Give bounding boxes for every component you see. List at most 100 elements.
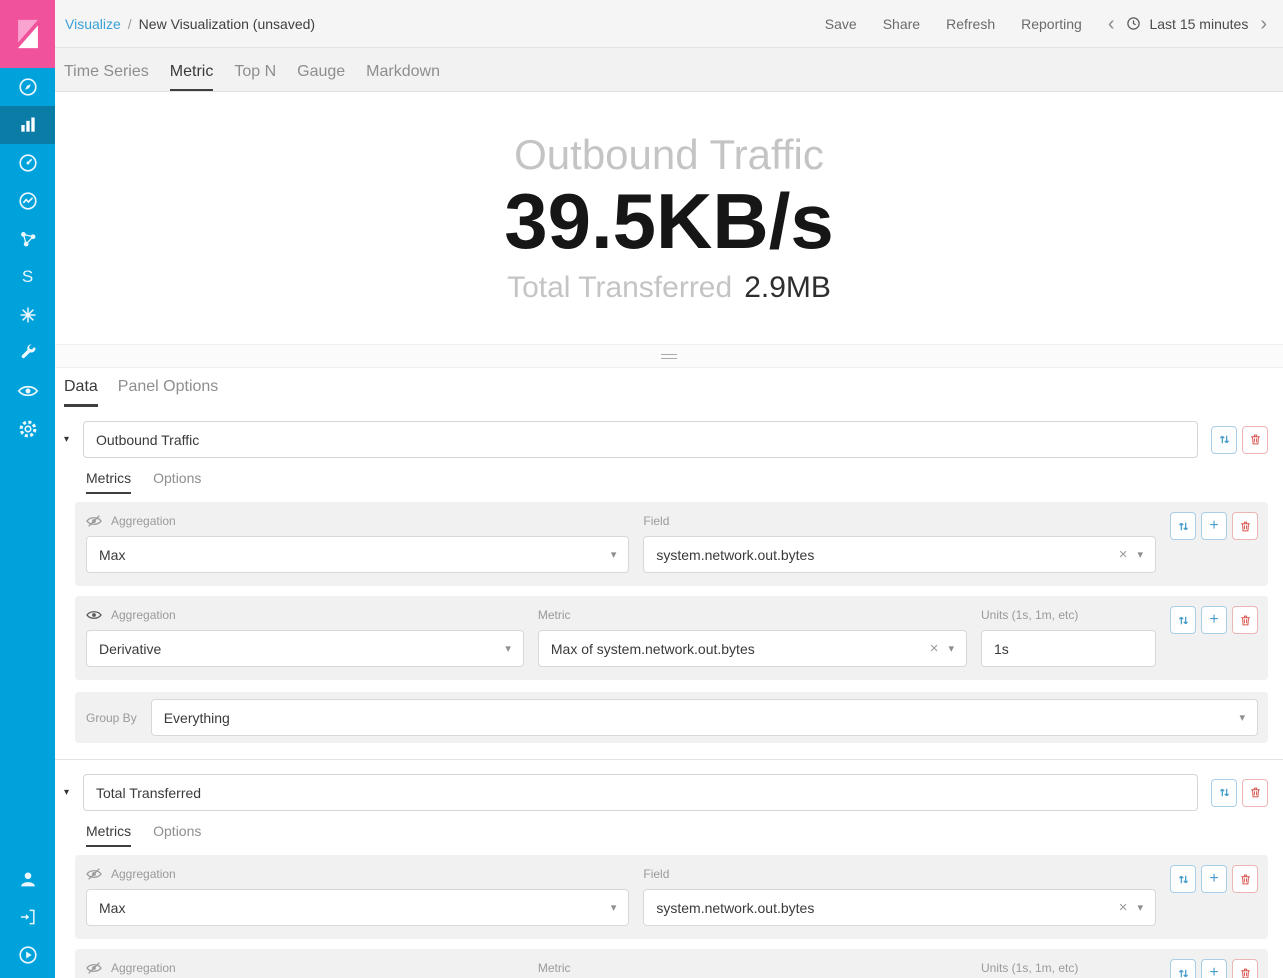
field-column: Field system.network.out.bytes × ▾ [643,512,1156,573]
delete-metric-button[interactable] [1232,865,1258,893]
sidebar-item-logout[interactable] [0,898,55,936]
sort-metric-button[interactable] [1170,959,1196,978]
field-combobox[interactable]: system.network.out.bytes × ▾ [643,889,1156,926]
sidebar-item-graph[interactable] [0,220,55,258]
tab-options[interactable]: Options [153,823,201,847]
delete-metric-button[interactable] [1232,606,1258,634]
chevron-right-icon[interactable]: › [1256,14,1271,34]
share-button[interactable]: Share [883,16,920,32]
chevron-down-icon: ▾ [1137,901,1143,914]
collapse-caret-icon[interactable]: ▾ [64,787,83,798]
aggregation-select[interactable]: Max ▾ [86,536,629,573]
reporting-button[interactable]: Reporting [1021,16,1082,32]
eye-slash-icon[interactable] [86,960,102,976]
sidebar-item-dashboard[interactable] [0,144,55,182]
series-label-input[interactable] [83,421,1198,458]
sidebar-item-timelion[interactable] [0,182,55,220]
sidebar-item-account[interactable] [0,860,55,898]
sparkle-icon [18,305,38,325]
tab-metric[interactable]: Metric [170,63,214,91]
chevron-down-icon: ▾ [948,642,954,655]
sort-metric-button[interactable] [1170,512,1196,540]
sidebar-item-sparkle[interactable] [0,296,55,334]
aggregation-select-value: Derivative [99,641,495,657]
series-header: ▾ [64,421,1268,458]
clear-icon[interactable]: × [1119,899,1128,916]
sidebar-item-discover[interactable] [0,68,55,106]
aggregation-select-value: Max [99,547,601,563]
sort-arrows-icon [1218,433,1231,446]
aggregation-label: Aggregation [111,514,176,528]
clear-icon[interactable]: × [1119,546,1128,563]
viz-type-tabs: Time Series Metric Top N Gauge Markdown [55,48,1283,92]
s-plugin-icon: S [22,267,33,287]
save-button[interactable]: Save [825,16,857,32]
visualize-barchart-icon [18,115,38,135]
eye-icon[interactable] [86,607,102,623]
refresh-button[interactable]: Refresh [946,16,995,32]
tab-options[interactable]: Options [153,470,201,494]
field-combobox-value: system.network.out.bytes [656,547,1108,563]
panel-resize-bar[interactable] [55,344,1283,368]
add-metric-button[interactable]: + [1201,959,1227,978]
series-sub-tabs: Metrics Options [86,470,1268,494]
trash-icon [1239,614,1252,627]
sidebar-item-management[interactable] [0,410,55,448]
sidebar-item-collapse-nav[interactable] [0,936,55,974]
tab-panel-options[interactable]: Panel Options [118,378,219,407]
tab-gauge[interactable]: Gauge [297,63,345,91]
sort-series-button[interactable] [1211,426,1237,454]
delete-series-button[interactable] [1242,426,1268,454]
group-by-select[interactable]: Everything ▾ [151,699,1258,736]
trash-icon [1249,786,1262,799]
sort-metric-button[interactable] [1170,606,1196,634]
metric-secondary: Total Transferred 2.9MB [507,271,831,305]
sort-series-button[interactable] [1211,779,1237,807]
chevron-down-icon: ▾ [1137,548,1143,561]
clear-icon[interactable]: × [930,640,939,657]
delete-metric-button[interactable] [1232,959,1258,978]
add-metric-button[interactable]: + [1201,512,1227,540]
metric-visualization: Outbound Traffic 39.5KB/s Total Transfer… [55,92,1283,344]
tab-markdown[interactable]: Markdown [366,63,440,91]
aggregation-select[interactable]: Derivative ▾ [86,630,524,667]
sidebar-item-dev-tools[interactable] [0,334,55,372]
aggregation-row-buttons: + [1170,606,1258,634]
aggregation-column: Aggregation Derivative ▾ [86,606,524,667]
breadcrumb-visualize-link[interactable]: Visualize [65,16,121,32]
eye-slash-icon[interactable] [86,866,102,882]
chevron-down-icon: ▾ [505,642,511,655]
sort-metric-button[interactable] [1170,865,1196,893]
eye-icon [17,380,39,402]
main-content: Visualize / New Visualization (unsaved) … [55,0,1283,978]
add-metric-button[interactable]: + [1201,865,1227,893]
add-metric-button[interactable]: + [1201,606,1227,634]
aggregation-row-buttons: + [1170,959,1258,978]
collapse-caret-icon[interactable]: ▾ [64,434,83,445]
aggregation-row: Aggregation ▾ Metric [75,949,1268,978]
aggregation-label: Aggregation [111,867,176,881]
aggregation-column: Aggregation Max ▾ [86,512,629,573]
sidebar-item-s-plugin[interactable]: S [0,258,55,296]
delete-series-button[interactable] [1242,779,1268,807]
tab-metrics[interactable]: Metrics [86,823,131,847]
tab-metrics[interactable]: Metrics [86,470,131,494]
units-input[interactable] [981,630,1156,667]
aggregation-select[interactable]: Max ▾ [86,889,629,926]
tab-time-series[interactable]: Time Series [64,63,149,91]
field-combobox[interactable]: system.network.out.bytes × ▾ [643,536,1156,573]
aggregation-select-value: Max [99,900,601,916]
aggregation-row: Aggregation Max ▾ Field [75,855,1268,939]
tab-data[interactable]: Data [64,378,98,407]
series-label-input[interactable] [83,774,1198,811]
time-picker-label[interactable]: Last 15 minutes [1149,16,1248,32]
eye-slash-icon[interactable] [86,513,102,529]
chevron-left-icon[interactable]: ‹ [1104,14,1119,34]
metric-combobox[interactable]: Max of system.network.out.bytes × ▾ [538,630,967,667]
sidebar-item-visualize[interactable] [0,106,55,144]
kibana-logo[interactable] [0,0,55,68]
delete-metric-button[interactable] [1232,512,1258,540]
metric-label: Metric [538,608,571,622]
sidebar-item-monitoring[interactable] [0,372,55,410]
tab-top-n[interactable]: Top N [234,63,276,91]
